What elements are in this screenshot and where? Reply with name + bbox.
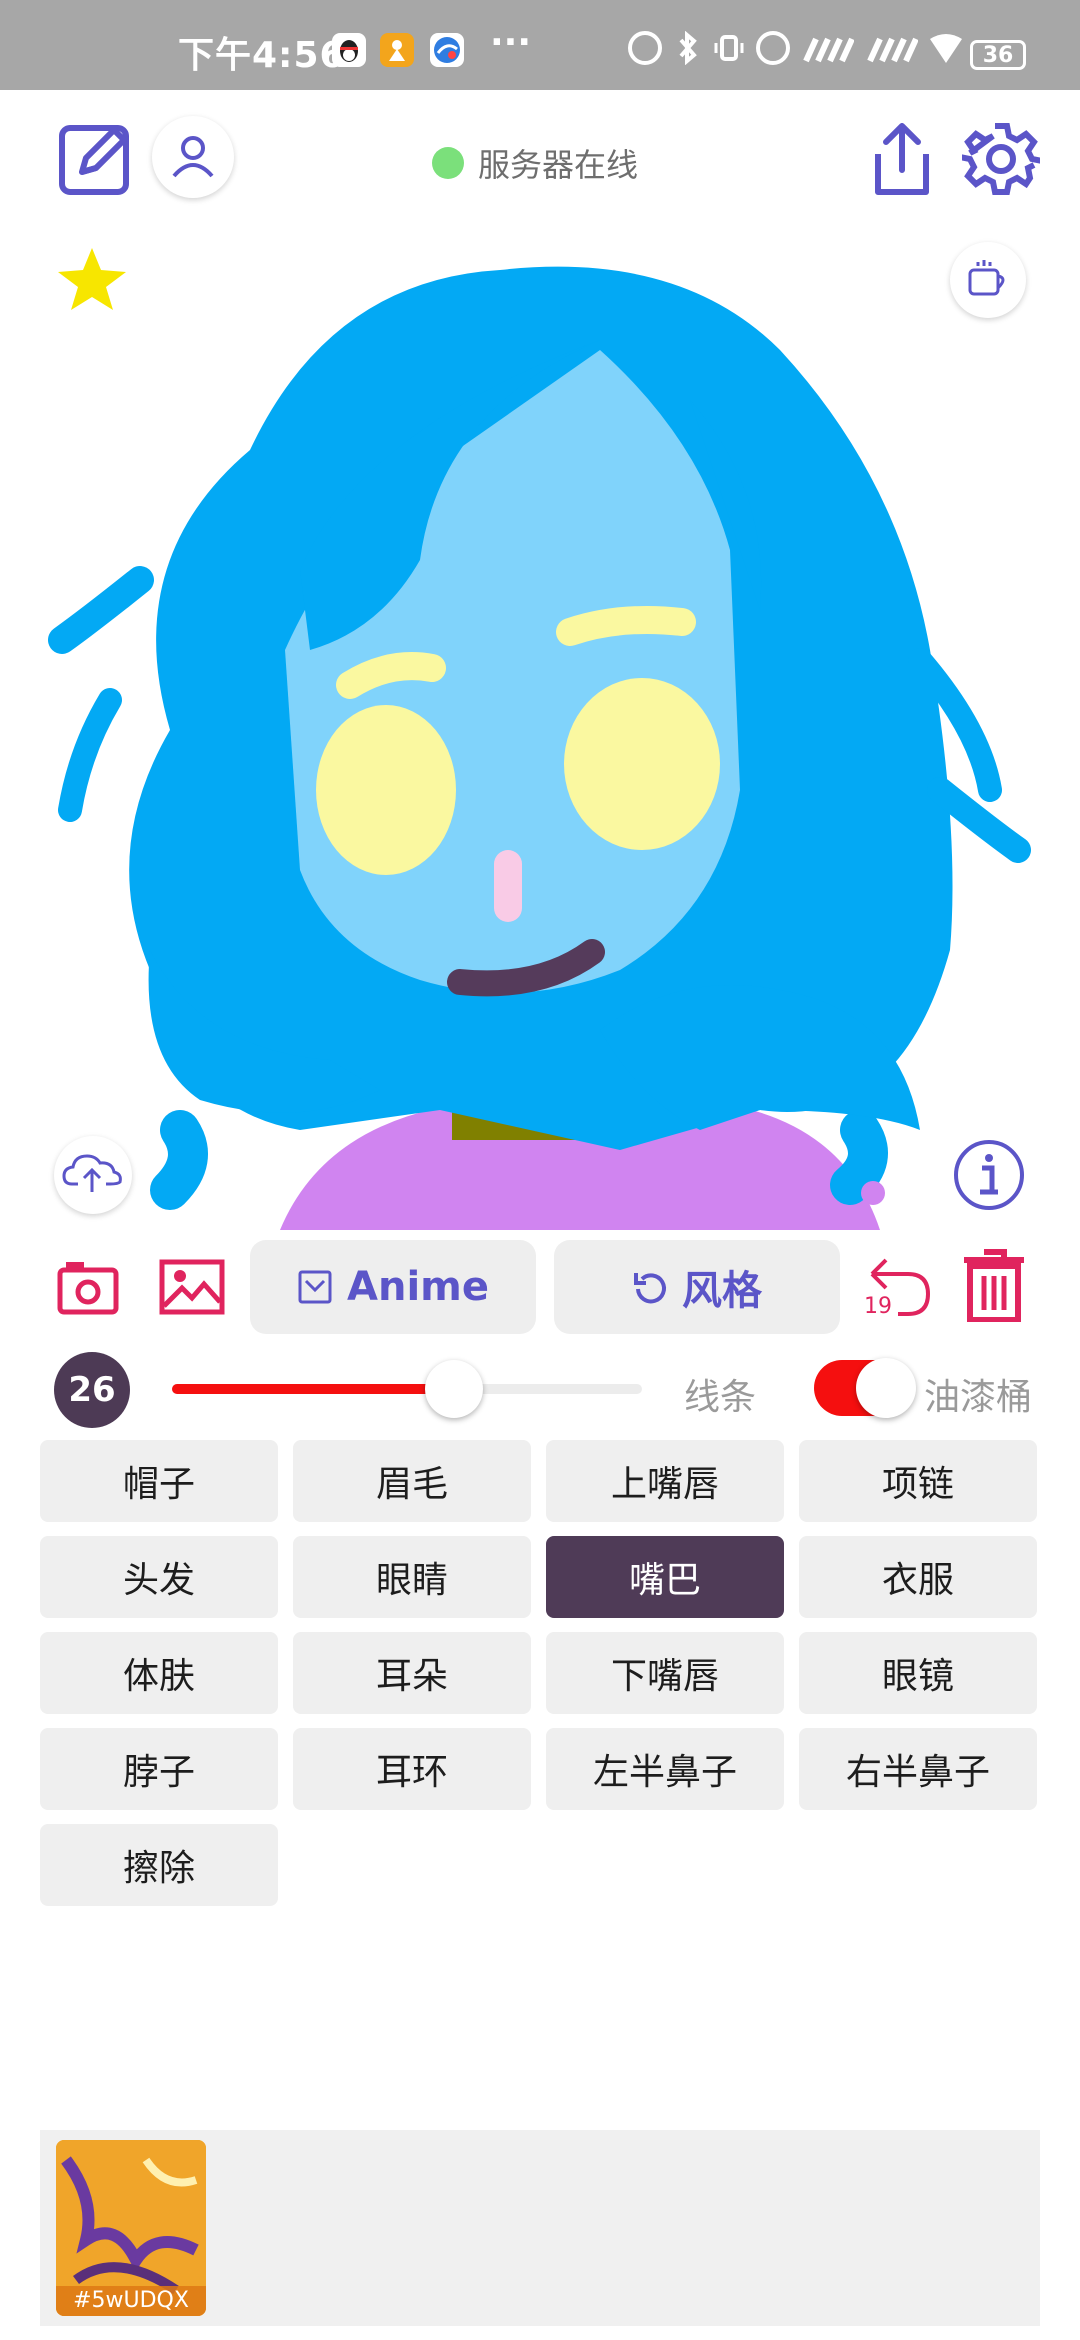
- part-button[interactable]: 衣服: [799, 1536, 1037, 1618]
- part-button[interactable]: 耳朵: [293, 1632, 531, 1714]
- vibrate-icon: [712, 31, 746, 65]
- signal-hd-1-icon: [800, 33, 855, 63]
- user-icon: [172, 136, 214, 178]
- bucket-toggle[interactable]: [814, 1358, 916, 1418]
- camera-icon: [57, 1262, 119, 1315]
- slider-thumb[interactable]: [425, 1360, 483, 1418]
- part-button[interactable]: 帽子: [40, 1440, 278, 1522]
- part-button[interactable]: 嘴巴: [546, 1536, 784, 1618]
- part-button[interactable]: 耳环: [293, 1728, 531, 1810]
- slider-fill: [172, 1384, 454, 1394]
- part-button[interactable]: 体肤: [40, 1632, 278, 1714]
- online-dot: [432, 147, 464, 179]
- bucket-mode-label: 油漆桶: [924, 1377, 1033, 1418]
- style-button[interactable]: 风格: [554, 1240, 840, 1334]
- toggle-knob: [856, 1358, 916, 1418]
- coffee-button[interactable]: [950, 242, 1026, 318]
- part-button[interactable]: 眉毛: [293, 1440, 531, 1522]
- avatar-drawing: [48, 266, 1031, 1230]
- qq-notification-icon: [332, 33, 366, 67]
- browser-notification-icon: [430, 33, 464, 67]
- cloud-upload-button[interactable]: [54, 1136, 132, 1214]
- status-bar: 下午4:56 ··· 36: [0, 0, 1080, 90]
- gallery-button[interactable]: [158, 1258, 226, 1316]
- bluetooth-icon: [672, 30, 702, 66]
- more-notifications-dots: ···: [490, 22, 532, 63]
- info-button[interactable]: [952, 1138, 1026, 1212]
- drawing-canvas[interactable]: [0, 230, 1080, 1230]
- delete-button[interactable]: [962, 1248, 1026, 1323]
- favorite-star-icon[interactable]: [56, 246, 128, 312]
- undo-count: 19: [864, 1294, 892, 1319]
- image-icon: [159, 1259, 225, 1315]
- part-button[interactable]: 左半鼻子: [546, 1728, 784, 1810]
- part-button[interactable]: 项链: [799, 1440, 1037, 1522]
- server-status: 服务器在线: [432, 140, 638, 186]
- style-label: 风格: [682, 1268, 762, 1314]
- undo-button[interactable]: 19: [864, 1252, 934, 1322]
- anime-label: Anime: [347, 1264, 489, 1310]
- server-status-label: 服务器在线: [478, 146, 639, 184]
- thumbnail-id: #5wUDQX: [56, 2286, 206, 2316]
- part-button[interactable]: 下嘴唇: [546, 1632, 784, 1714]
- profile-button[interactable]: [152, 116, 234, 198]
- line-mode-label: 线条: [684, 1377, 757, 1418]
- part-button[interactable]: 眼睛: [293, 1536, 531, 1618]
- camera-button[interactable]: [56, 1256, 120, 1318]
- brush-size-badge: 26: [54, 1352, 130, 1428]
- settings-button[interactable]: [959, 120, 1045, 198]
- parts-grid: 帽子 眉毛 上嘴唇 项链头发 眼睛 嘴巴 衣服体肤 耳朵 下嘴唇 眼镜脖子 耳环 左半鼻子 右半鼻子擦除: [40, 1440, 1040, 1906]
- dnd-icon: [628, 31, 662, 65]
- app-notification-icon: [380, 33, 414, 67]
- part-button[interactable]: 眼镜: [799, 1632, 1037, 1714]
- coffee-icon: [968, 260, 1005, 296]
- system-icons: [628, 28, 964, 68]
- wifi-icon: [928, 31, 964, 65]
- alarm-icon: [756, 31, 790, 65]
- share-button[interactable]: [866, 120, 938, 198]
- cloud-upload-icon: [62, 1154, 122, 1192]
- gear-icon: [959, 123, 1045, 195]
- saved-gallery: #5wUDQX: [40, 2130, 1040, 2326]
- trash-icon: [964, 1249, 1024, 1323]
- edit-button[interactable]: [58, 120, 134, 196]
- part-button[interactable]: 右半鼻子: [799, 1728, 1037, 1810]
- edit-pencil-icon: [59, 125, 129, 195]
- share-icon: [875, 123, 929, 195]
- part-button[interactable]: 擦除: [40, 1824, 278, 1906]
- brush-size-slider[interactable]: [172, 1360, 642, 1418]
- gallery-thumbnail[interactable]: #5wUDQX: [56, 2140, 206, 2316]
- status-time: 下午4:56: [178, 35, 346, 76]
- anime-checkbox-icon: [298, 1270, 332, 1304]
- anime-button[interactable]: Anime: [250, 1240, 536, 1334]
- battery-indicator: 36: [970, 40, 1026, 70]
- info-icon: [954, 1140, 1024, 1210]
- refresh-icon: [634, 1273, 666, 1304]
- part-button[interactable]: 头发: [40, 1536, 278, 1618]
- signal-hd-2-icon: [864, 33, 919, 63]
- part-button[interactable]: 上嘴唇: [546, 1440, 784, 1522]
- part-button[interactable]: 脖子: [40, 1728, 278, 1810]
